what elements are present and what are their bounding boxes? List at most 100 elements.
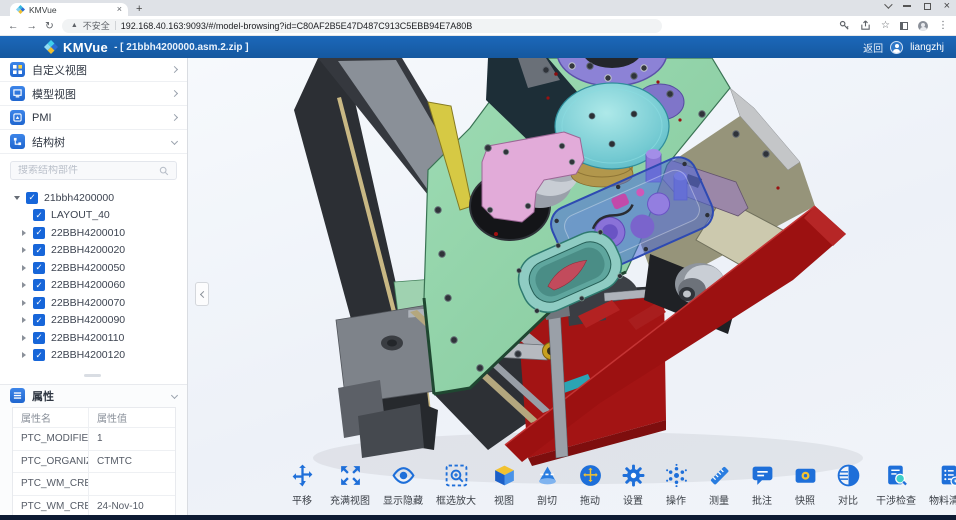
browser-profile-avatar[interactable] — [918, 21, 928, 31]
caret-right-icon[interactable] — [22, 335, 26, 341]
sidebar-item-custom-views[interactable]: 自定义视图 — [0, 58, 187, 82]
tool-bom[interactable]: 物料清单 — [929, 463, 956, 507]
box-zoom-icon — [444, 463, 469, 488]
tree-node[interactable]: ✓ LAYOUT_40 — [0, 207, 187, 225]
checkbox-checked[interactable]: ✓ — [33, 279, 45, 291]
caret-right-icon[interactable] — [22, 247, 26, 253]
checkbox-checked[interactable]: ✓ — [33, 297, 45, 309]
sidebar-item-model-views[interactable]: 模型视图 — [0, 82, 187, 106]
tool-measure[interactable]: 测量 — [704, 463, 734, 507]
tool-settings[interactable]: 设置 — [618, 463, 648, 507]
bookmark-star-icon[interactable]: ☆ — [881, 21, 890, 31]
model-views-icon — [10, 86, 25, 101]
tab-search-chevron-icon[interactable] — [884, 0, 892, 8]
tree-node[interactable]: ✓ 22BBH4200050 — [0, 259, 187, 277]
chevron-left-icon — [199, 290, 206, 297]
tool-interference-check[interactable]: 干涉检查 — [876, 463, 916, 507]
document-title: - [ 21bbh4200000.asm.2.zip ] — [114, 42, 249, 53]
column-header-name: 属性名 — [13, 408, 89, 427]
tree-node[interactable]: ✓ 22BBH4200010 — [0, 224, 187, 242]
sidebar-item-structure-tree[interactable]: 结构树 — [0, 130, 187, 154]
security-label: 不安全 — [83, 19, 110, 32]
comment-icon — [750, 463, 775, 488]
eye-icon — [391, 463, 416, 488]
checkbox-checked[interactable]: ✓ — [33, 209, 45, 221]
favicon — [16, 5, 25, 14]
scrollbar-thumb[interactable] — [84, 374, 101, 377]
caret-right-icon[interactable] — [22, 282, 26, 288]
caret-right-icon[interactable] — [22, 265, 26, 271]
tool-drag[interactable]: 拖动 — [575, 463, 605, 507]
screen: KMVue × + × ← → ↻ ▲ 不安全 192.168.40.163:9… — [0, 0, 956, 520]
username: liangzhj — [910, 42, 944, 53]
caret-right-icon[interactable] — [22, 317, 26, 323]
tool-box-zoom[interactable]: 框选放大 — [436, 463, 476, 507]
reload-icon[interactable]: ↻ — [45, 20, 54, 32]
tool-show-hide[interactable]: 显示隐藏 — [383, 463, 423, 507]
tool-annotate[interactable]: 批注 — [747, 463, 777, 507]
back-icon[interactable]: ← — [8, 20, 19, 32]
caret-right-icon[interactable] — [22, 300, 26, 306]
ruler-icon — [707, 463, 732, 488]
address-bar[interactable]: ▲ 不安全 192.168.40.163:9093/#/model-browsi… — [62, 19, 662, 33]
tool-fit-view[interactable]: 充满视图 — [330, 463, 370, 507]
browser-tab[interactable]: KMVue × — [10, 3, 128, 16]
window-close-button[interactable]: × — [944, 2, 950, 10]
tree-node[interactable]: ✓ 22BBH4200110 — [0, 329, 187, 347]
tree-node[interactable]: ✓ 22BBH4200090 — [0, 312, 187, 330]
tree-node[interactable]: ✓ 22BBH4200020 — [0, 242, 187, 260]
window-minimize-button[interactable] — [903, 5, 911, 6]
checkbox-checked[interactable]: ✓ — [33, 314, 45, 326]
tool-compare[interactable]: 对比 — [833, 463, 863, 507]
sidebar-collapse-button[interactable] — [195, 282, 209, 306]
taskbar-edge — [0, 515, 956, 520]
tab-close-icon[interactable]: × — [117, 5, 122, 14]
tool-pan[interactable]: 平移 — [287, 463, 317, 507]
tool-operate[interactable]: 操作 — [661, 463, 691, 507]
browser-menu-icon[interactable]: ⋮ — [938, 21, 948, 31]
tool-snapshot[interactable]: 快照 — [790, 463, 820, 507]
cad-model — [188, 58, 956, 520]
checkbox-checked[interactable]: ✓ — [33, 349, 45, 361]
fit-view-icon — [338, 463, 363, 488]
password-key-icon[interactable] — [839, 20, 850, 31]
tool-section[interactable]: 剖切 — [532, 463, 562, 507]
checkbox-checked[interactable]: ✓ — [26, 192, 38, 204]
properties-panel: 属性 属性名 属性值 PTC_MODIFIED 1 PTC_ORGANIZATI… — [0, 384, 187, 520]
table-row: PTC_MODIFIED 1 — [13, 428, 175, 451]
checkbox-checked[interactable]: ✓ — [33, 332, 45, 344]
checkbox-checked[interactable]: ✓ — [33, 262, 45, 274]
return-button[interactable]: 返回 — [863, 40, 883, 55]
app-title: KMVue — [63, 40, 108, 55]
properties-table: 属性名 属性值 PTC_MODIFIED 1 PTC_ORGANIZATIO..… — [12, 407, 176, 520]
tree-node[interactable]: ✓ 22BBH4200120 — [0, 347, 187, 365]
model-viewport[interactable]: 平移 充满视图 — [188, 58, 956, 520]
compare-icon — [836, 463, 861, 488]
side-panel-icon[interactable] — [900, 22, 908, 30]
user-avatar[interactable] — [890, 41, 903, 54]
caret-right-icon[interactable] — [22, 352, 26, 358]
tree-node[interactable]: ✓ 22BBH4200070 — [0, 294, 187, 312]
tree-node[interactable]: ✓ 22BBH4200060 — [0, 277, 187, 295]
share-icon[interactable] — [860, 20, 871, 31]
properties-header[interactable]: 属性 — [0, 385, 187, 406]
sidebar-item-pmi[interactable]: PMI — [0, 106, 187, 130]
browser-urlbar: ← → ↻ ▲ 不安全 192.168.40.163:9093/#/model-… — [0, 16, 956, 36]
gear-icon — [621, 463, 646, 488]
tool-view[interactable]: 视图 — [489, 463, 519, 507]
checkbox-checked[interactable]: ✓ — [33, 227, 45, 239]
tree-node-root[interactable]: ✓ 21bbh4200000 — [0, 189, 187, 207]
caret-right-icon[interactable] — [22, 230, 26, 236]
operate-icon — [664, 463, 689, 488]
forward-icon[interactable]: → — [27, 20, 38, 32]
search-input[interactable] — [18, 165, 154, 176]
new-tab-button[interactable]: + — [136, 3, 142, 15]
caret-down-icon[interactable] — [14, 196, 20, 200]
browser-tabstrip: KMVue × + × — [0, 0, 956, 16]
chevron-right-icon — [171, 66, 178, 73]
chevron-down-icon — [171, 392, 178, 399]
app-header: KMVue - [ 21bbh4200000.asm.2.zip ] 返回 li… — [0, 36, 956, 58]
checkbox-checked[interactable]: ✓ — [33, 244, 45, 256]
search-icon — [159, 166, 169, 176]
window-maximize-button[interactable] — [924, 3, 931, 10]
